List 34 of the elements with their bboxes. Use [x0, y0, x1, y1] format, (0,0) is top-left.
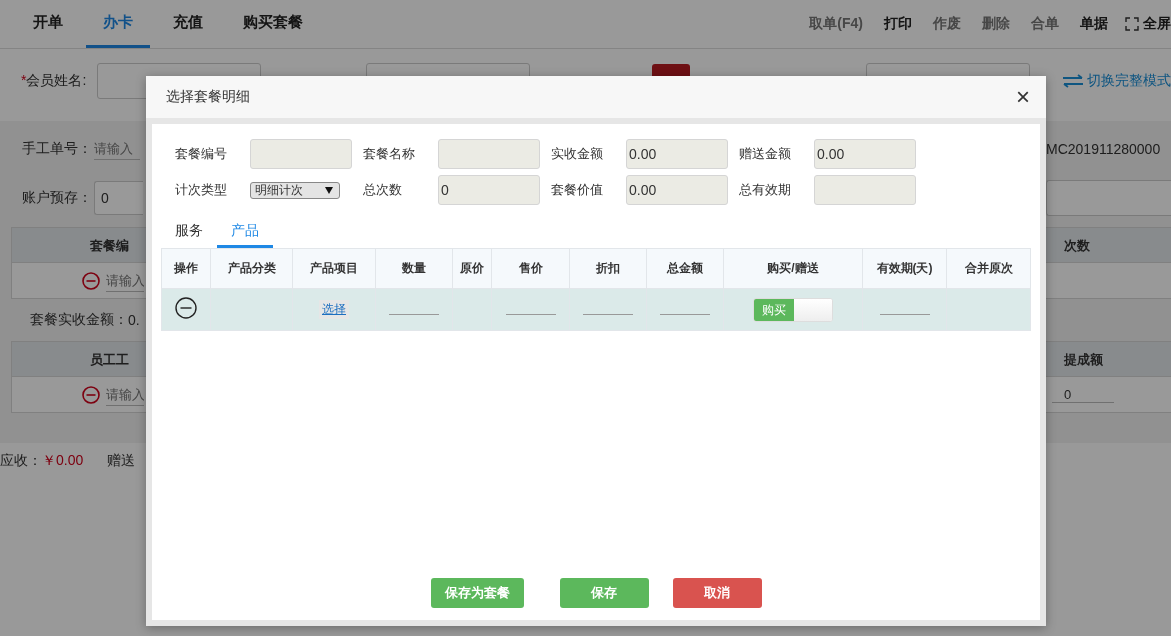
field-label: 套餐价值 — [551, 181, 604, 199]
column-header: 售价 — [491, 248, 570, 289]
dialog-title: 选择套餐明细 — [166, 88, 250, 106]
field-label: 应收： — [0, 452, 42, 470]
field-label: 会员姓名: — [26, 72, 87, 90]
field-label: 套餐实收金额： — [30, 311, 128, 329]
column-header: 提成额 — [1046, 341, 1171, 377]
amount-value: ￥0.00 — [42, 452, 84, 470]
required-mark: * — [21, 72, 27, 90]
field-label: 总次数 — [363, 181, 403, 199]
column-header: 购买/赠送 — [723, 248, 863, 289]
field-label: 总有效期 — [739, 181, 792, 199]
field-label: 计次类型 — [175, 181, 228, 199]
amount-value: 0. — [128, 312, 140, 328]
column-header: 操作 — [161, 248, 211, 289]
column-header: 数量 — [375, 248, 453, 289]
column-header: 有效期(天) — [862, 248, 947, 289]
order-number: MC201911280000 — [1046, 141, 1162, 157]
column-header: 折扣 — [569, 248, 647, 289]
field-label: 账户预存： — [22, 189, 92, 207]
field-label: 手工单号： — [22, 140, 92, 158]
column-header: 产品分类 — [210, 248, 293, 289]
field-label: 赠送 — [107, 452, 136, 470]
column-header: 套餐编 — [11, 227, 146, 263]
column-header: 员工工 — [11, 341, 146, 377]
field-label: 套餐名称 — [363, 145, 416, 163]
column-header: 原价 — [452, 248, 492, 289]
column-header: 产品项目 — [292, 248, 376, 289]
field-label: 套餐编号 — [175, 145, 228, 163]
column-header: 合并原次 — [946, 248, 1031, 289]
column-header: 总金额 — [646, 248, 724, 289]
field-label: 赠送金额 — [739, 145, 792, 163]
field-label: 实收金额 — [551, 145, 604, 163]
column-header: 次数 — [1046, 227, 1171, 263]
